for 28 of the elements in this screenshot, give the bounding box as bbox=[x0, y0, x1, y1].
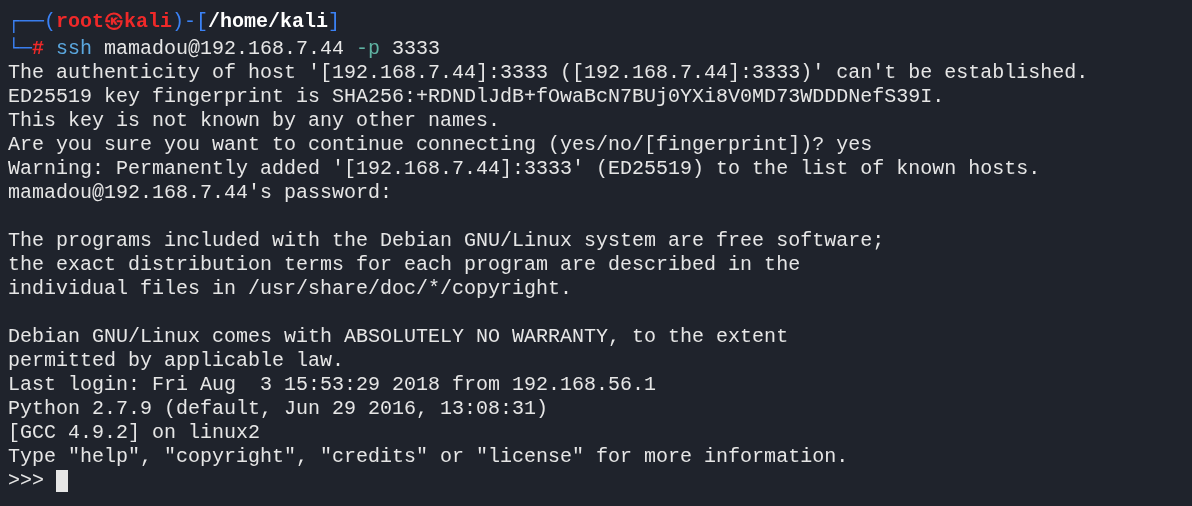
prompt-frame: ] bbox=[328, 10, 341, 34]
prompt-symbol: # bbox=[32, 37, 45, 61]
prompt-frame: └─ bbox=[8, 37, 32, 61]
prompt-frame: ┌──( bbox=[8, 10, 56, 34]
output-line: This key is not known by any other names. bbox=[8, 109, 501, 133]
repl-prompt: >>> bbox=[8, 469, 44, 493]
output-line: individual files in /usr/share/doc/*/copyright. bbox=[8, 277, 573, 301]
output-line: Are you sure you want to continue connecting (yes/no/[fingerprint])? yes bbox=[8, 133, 873, 157]
prompt-frame: )-[ bbox=[172, 10, 209, 34]
command-name: ssh bbox=[56, 37, 93, 61]
cursor bbox=[56, 470, 68, 492]
output-line: the exact distribution terms for each program are described in the bbox=[8, 253, 801, 277]
output-line: Python 2.7.9 (default, Jun 29 2016, 13:08:31) bbox=[8, 397, 549, 421]
output-line: [GCC 4.9.2] on linux2 bbox=[8, 421, 261, 445]
command-argument: 3333 bbox=[392, 37, 441, 61]
prompt-user: root㉿kali bbox=[56, 10, 173, 34]
command-argument: mamadou@192.168.7.44 bbox=[104, 37, 345, 61]
prompt-path: /home/kali bbox=[208, 10, 329, 34]
output-line: The programs included with the Debian GNU/Linux system are free software; bbox=[8, 229, 885, 253]
output-line: The authenticity of host '[192.168.7.44]:3333 ([192.168.7.44]:3333)' can't be established. bbox=[8, 61, 1089, 85]
output-line: ED25519 key fingerprint is SHA256:+RDNDlJdB+fOwaBcN7BUj0YXi8V0MD73WDDDNefS39I. bbox=[8, 85, 945, 109]
output-line: mamadou@192.168.7.44's password: bbox=[8, 181, 393, 205]
output-line: Warning: Permanently added '[192.168.7.44]:3333' (ED25519) to the list of known hosts. bbox=[8, 157, 1041, 181]
output-line: permitted by applicable law. bbox=[8, 349, 345, 373]
command-option: -p bbox=[356, 37, 381, 61]
output-line: Type "help", "copyright", "credits" or "license" for more information. bbox=[8, 445, 849, 469]
output-line: Last login: Fri Aug 3 15:53:29 2018 from 192.168.56.1 bbox=[8, 373, 657, 397]
output-line: Debian GNU/Linux comes with ABSOLUTELY NO WARRANTY, to the extent bbox=[8, 325, 789, 349]
